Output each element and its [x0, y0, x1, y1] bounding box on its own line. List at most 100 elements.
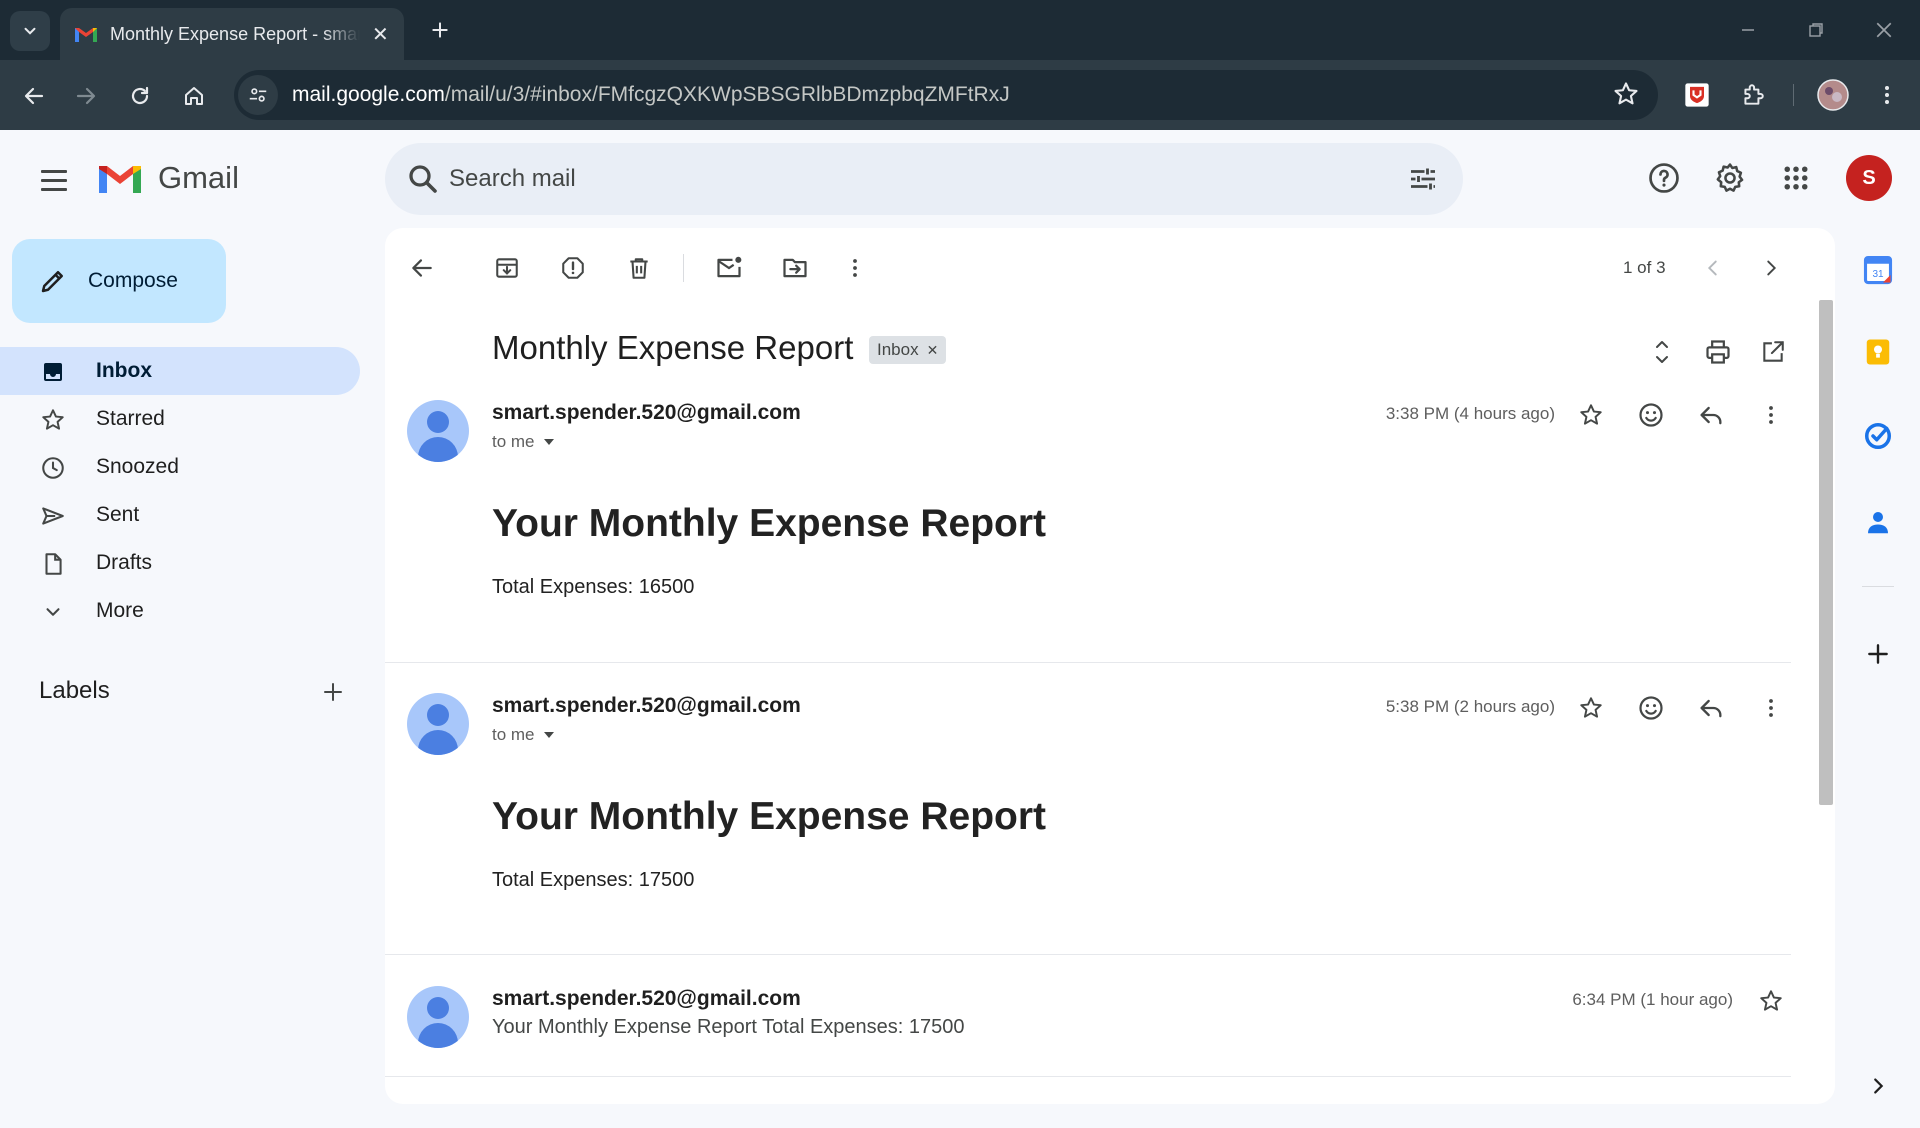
- open-new-window-button[interactable]: [1753, 332, 1793, 372]
- message-3-collapsed[interactable]: smart.spender.520@gmail.com Your Monthly…: [385, 984, 1791, 1074]
- star-button[interactable]: [1751, 981, 1791, 1021]
- site-info-button[interactable]: [238, 75, 278, 115]
- delete-button[interactable]: [619, 248, 659, 288]
- nav-item-starred[interactable]: Starred: [0, 395, 360, 443]
- compose-button[interactable]: Compose: [12, 239, 226, 323]
- home-button[interactable]: [176, 78, 212, 114]
- calendar-app-button[interactable]: 31: [1860, 252, 1896, 288]
- message-more-button[interactable]: [1751, 688, 1791, 728]
- add-reaction-button[interactable]: [1631, 395, 1671, 435]
- tasks-app-button[interactable]: [1860, 418, 1896, 454]
- add-reaction-button[interactable]: [1631, 688, 1671, 728]
- search-bar: [385, 143, 1463, 215]
- create-label-button[interactable]: [316, 675, 350, 709]
- search-input[interactable]: [449, 143, 1349, 215]
- unfold-icon: [1656, 341, 1668, 363]
- more-actions-button[interactable]: [835, 248, 875, 288]
- get-addons-button[interactable]: [1860, 636, 1896, 672]
- star-button[interactable]: [1571, 395, 1611, 435]
- thread-scrollbar[interactable]: [1819, 300, 1833, 805]
- nav-item-more[interactable]: More: [0, 587, 360, 635]
- settings-button[interactable]: [1710, 158, 1750, 198]
- contacts-icon: [1868, 512, 1888, 534]
- pencil-icon: [41, 271, 63, 293]
- google-apps-button[interactable]: [1776, 158, 1816, 198]
- move-to-button[interactable]: [775, 248, 815, 288]
- older-button[interactable]: [1751, 248, 1791, 288]
- close-window-button[interactable]: [1866, 14, 1902, 46]
- url-path: /mail/u/3/#inbox/FMfcgzQXKWpSBSGRlbBDmzp…: [444, 83, 1010, 106]
- close-icon: [1876, 22, 1892, 38]
- clock-icon: [40, 455, 66, 481]
- newer-button[interactable]: [1693, 248, 1733, 288]
- minimize-icon: [1742, 29, 1754, 31]
- trash-icon: [630, 258, 648, 279]
- print-all-button[interactable]: [1698, 332, 1738, 372]
- back-button[interactable]: [16, 78, 52, 114]
- keep-app-button[interactable]: [1860, 334, 1896, 370]
- sender-email: smart.spender.520@gmail.com: [492, 694, 801, 717]
- svg-text:31: 31: [1872, 269, 1884, 280]
- forward-button[interactable]: [68, 78, 104, 114]
- extensions-menu-button[interactable]: [1734, 76, 1772, 114]
- reload-button[interactable]: [122, 78, 158, 114]
- sender-avatar: [407, 986, 469, 1048]
- calendar-icon: 31: [1863, 255, 1893, 285]
- tab-close-button[interactable]: ✕: [372, 22, 389, 47]
- bookmark-star-button[interactable]: [1612, 80, 1640, 113]
- nav-item-drafts[interactable]: Drafts: [0, 539, 360, 587]
- extension-button[interactable]: [1678, 76, 1716, 114]
- browser-toolbar: mail.google.com/mail/u/3/#inbox/FMfcgzQX…: [0, 60, 1920, 130]
- report-spam-button[interactable]: [553, 248, 593, 288]
- recipient-details-button[interactable]: to me: [492, 725, 555, 745]
- recipient-details-button[interactable]: to me: [492, 432, 555, 452]
- profile-button[interactable]: [1814, 76, 1852, 114]
- thread-view: 1 of 3 Monthly Expense Report Inbox ✕ sm…: [385, 228, 1835, 1104]
- restore-button[interactable]: [1798, 14, 1834, 46]
- chevron-down-icon: [24, 27, 36, 35]
- emoji-icon: [1639, 696, 1663, 720]
- sender-avatar: [407, 693, 469, 755]
- new-tab-button[interactable]: [424, 14, 456, 46]
- browser-menu-button[interactable]: [1868, 76, 1906, 114]
- mark-unread-button[interactable]: [709, 248, 749, 288]
- puzzle-icon: [1744, 84, 1764, 105]
- message-heading: Your Monthly Expense Report: [492, 502, 1046, 545]
- gmail-logo[interactable]: Gmail: [96, 160, 239, 196]
- star-button[interactable]: [1571, 688, 1611, 728]
- reply-button[interactable]: [1691, 688, 1731, 728]
- home-icon: [185, 87, 203, 105]
- search-button[interactable]: [405, 161, 441, 202]
- help-icon: [1649, 163, 1679, 193]
- message-divider: [385, 662, 1791, 663]
- pagination-count: 1 of 3: [1623, 258, 1666, 277]
- support-button[interactable]: [1644, 158, 1684, 198]
- message-time: 3:38 PM (4 hours ago): [1385, 404, 1555, 423]
- star-icon: [40, 407, 66, 433]
- recipient-label: to me: [492, 725, 535, 744]
- address-bar[interactable]: mail.google.com/mail/u/3/#inbox/FMfcgzQX…: [234, 70, 1658, 120]
- reply-button[interactable]: [1691, 395, 1731, 435]
- message-more-button[interactable]: [1751, 395, 1791, 435]
- contacts-app-button[interactable]: [1860, 504, 1896, 540]
- main-menu-button[interactable]: [34, 162, 74, 198]
- search-options-button[interactable]: [1405, 161, 1441, 202]
- nav-item-inbox[interactable]: Inbox: [0, 347, 360, 395]
- browser-tab-active[interactable]: Monthly Expense Report - smart.spender.5…: [60, 8, 404, 60]
- message-heading: Your Monthly Expense Report: [492, 795, 1046, 838]
- tab-search-button[interactable]: [10, 11, 50, 51]
- message-snippet: Your Monthly Expense Report Total Expens…: [492, 1016, 965, 1038]
- labels-heading: Labels: [39, 677, 110, 704]
- tune-icon: [1411, 168, 1435, 190]
- plus-icon: [324, 683, 342, 701]
- expand-all-button[interactable]: [1642, 332, 1682, 372]
- open-in-new-icon: [1763, 341, 1784, 362]
- archive-button[interactable]: [487, 248, 527, 288]
- back-to-inbox-button[interactable]: [402, 248, 442, 288]
- account-avatar[interactable]: S: [1846, 155, 1892, 201]
- remove-label-button[interactable]: ✕: [927, 342, 939, 359]
- nav-item-sent[interactable]: Sent: [0, 491, 360, 539]
- minimize-button[interactable]: [1730, 14, 1766, 46]
- nav-item-snoozed[interactable]: Snoozed: [0, 443, 360, 491]
- hide-side-panel-button[interactable]: [1860, 1068, 1896, 1104]
